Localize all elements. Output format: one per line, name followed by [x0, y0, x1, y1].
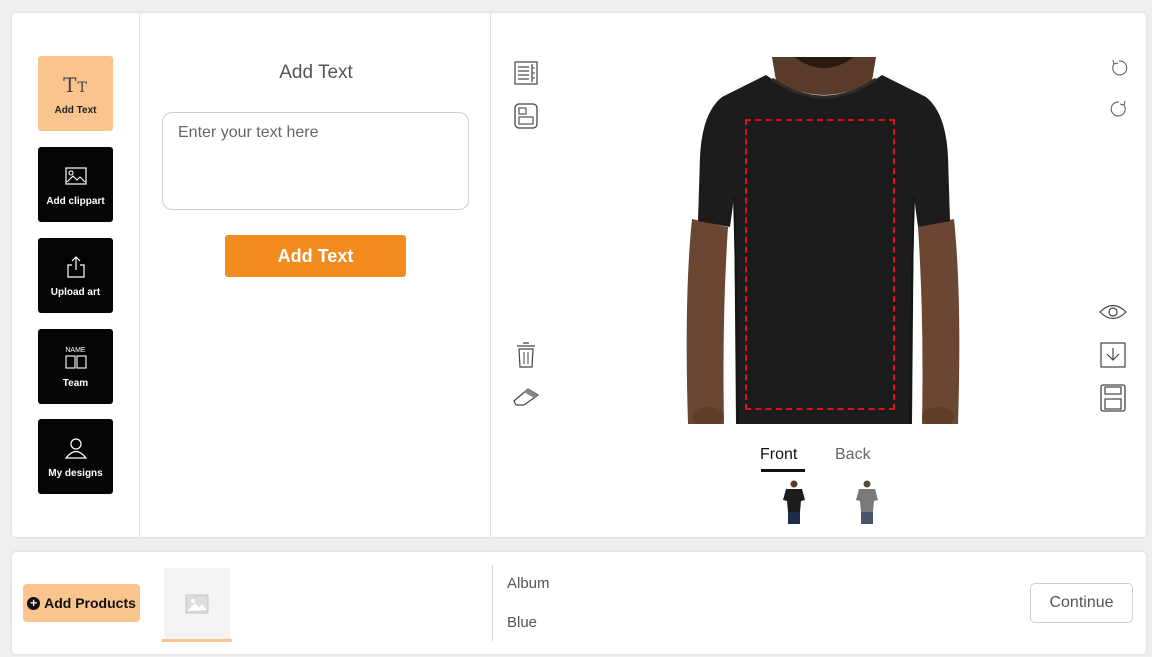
product-color: Blue [507, 614, 538, 631]
add-text-panel: Add Text Add Text [141, 13, 491, 537]
user-icon [64, 435, 87, 461]
undo-icon[interactable] [1109, 58, 1129, 78]
tool-my-designs[interactable]: My designs [38, 419, 113, 494]
layout-icon[interactable] [513, 102, 539, 130]
eraser-icon[interactable] [512, 385, 540, 407]
active-tab-indicator [761, 469, 805, 472]
tool-label: Upload art [50, 286, 101, 298]
upload-icon [66, 254, 85, 280]
tool-upload-art[interactable]: Upload art [38, 238, 113, 313]
print-area-boundary[interactable] [745, 119, 895, 410]
designer-workspace: TT Add Text Add clippart Upload art NAME… [12, 13, 1146, 537]
add-text-button[interactable]: Add Text [225, 235, 406, 277]
trash-icon[interactable] [513, 341, 539, 369]
redo-icon[interactable] [1109, 99, 1129, 119]
back-view-thumbnail[interactable] [855, 480, 879, 531]
selected-product-indicator [162, 639, 232, 642]
add-products-button[interactable]: + Add Products [23, 584, 140, 622]
tool-label: My designs [48, 467, 103, 479]
tool-label: Add Text [54, 104, 97, 116]
tool-add-clippart[interactable]: Add clippart [38, 147, 113, 222]
product-bar: + Add Products Album Blue Continue [12, 552, 1146, 654]
preview-eye-icon[interactable] [1098, 302, 1128, 322]
product-name: Album [507, 575, 550, 592]
plus-circle-icon: + [27, 596, 41, 610]
save-icon[interactable] [1099, 383, 1127, 413]
tab-back[interactable]: Back [835, 446, 871, 464]
team-name-icon: NAME [64, 345, 87, 371]
divider [492, 565, 493, 641]
tool-add-text[interactable]: TT Add Text [38, 56, 113, 131]
team-name-glyph: NAME [65, 346, 86, 354]
tab-front[interactable]: Front [760, 446, 797, 464]
design-canvas-area: Front Back [492, 13, 1146, 537]
download-icon[interactable] [1099, 341, 1127, 369]
panel-title: Add Text [279, 62, 353, 83]
text-size-icon: TT [63, 72, 88, 97]
tool-label: Team [62, 377, 89, 389]
front-view-thumbnail[interactable] [782, 480, 806, 531]
image-placeholder-icon [185, 594, 209, 613]
continue-button[interactable]: Continue [1030, 583, 1133, 623]
tool-label: Add clippart [46, 195, 105, 207]
tool-team[interactable]: NAME Team [38, 329, 113, 404]
add-products-label: Add Products [44, 595, 136, 611]
tool-sidebar: TT Add Text Add clippart Upload art NAME… [12, 13, 140, 537]
product-thumbnail[interactable] [164, 568, 230, 639]
text-input[interactable] [162, 112, 469, 210]
image-icon [64, 163, 87, 189]
align-icon[interactable] [513, 60, 539, 86]
